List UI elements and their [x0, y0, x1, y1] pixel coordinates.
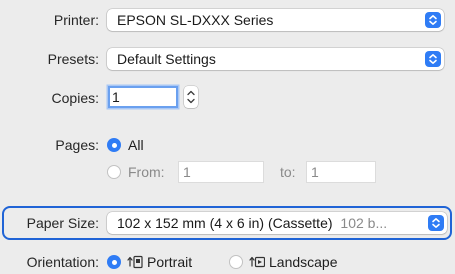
chevron-up-down-icon	[428, 215, 444, 231]
chevron-up-down-icon	[425, 12, 441, 28]
stepper-arrows-icon	[187, 90, 195, 104]
chevron-up-down-icon	[425, 51, 441, 67]
pages-from-radio[interactable]	[107, 165, 121, 179]
paper-size-suffix: 102 b...	[340, 215, 388, 231]
orientation-landscape-radio[interactable]	[229, 255, 243, 269]
pages-to-field[interactable]: 1	[306, 161, 376, 183]
pages-from-label: From:	[128, 164, 165, 180]
paper-size-value: 102 x 152 mm (4 x 6 in) (Cassette)	[117, 215, 333, 231]
copies-stepper[interactable]	[184, 86, 198, 108]
orientation-portrait-label: Portrait	[147, 254, 193, 270]
copies-label: Copies:	[51, 90, 99, 106]
pages-from-field[interactable]: 1	[178, 161, 264, 183]
portrait-orientation-icon	[127, 255, 143, 269]
pages-all-label: All	[128, 137, 144, 153]
printer-label: Printer:	[53, 12, 99, 28]
orientation-portrait-radio[interactable]	[107, 255, 121, 269]
pages-to-label: to:	[280, 164, 296, 180]
presets-label: Presets:	[47, 51, 99, 67]
pages-all-radio[interactable]	[107, 138, 121, 152]
paper-size-label: Paper Size:	[26, 215, 99, 231]
pages-label: Pages:	[55, 137, 99, 153]
copies-field[interactable]: 1	[108, 86, 178, 108]
presets-popup[interactable]: Default Settings	[107, 48, 444, 70]
printer-popup-value: EPSON SL-DXXX Series	[117, 12, 274, 28]
landscape-orientation-icon	[249, 256, 265, 268]
presets-popup-value: Default Settings	[117, 51, 216, 67]
orientation-label: Orientation:	[26, 254, 99, 270]
orientation-landscape-label: Landscape	[269, 254, 338, 270]
printer-popup[interactable]: EPSON SL-DXXX Series	[107, 9, 444, 31]
paper-size-popup[interactable]: 102 x 152 mm (4 x 6 in) (Cassette) 102 b…	[107, 212, 447, 234]
